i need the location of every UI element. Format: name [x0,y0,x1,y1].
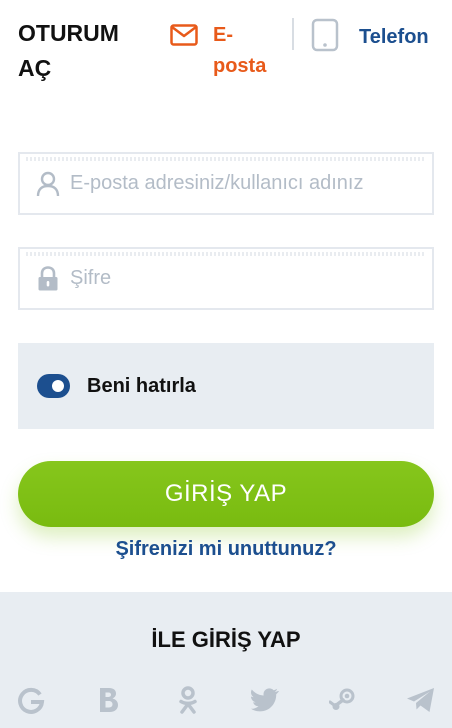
header: OTURUM AÇ E-posta Telefon [0,0,452,100]
tab-phone[interactable]: Telefon [311,18,429,57]
google-icon[interactable] [13,682,49,718]
social-icons-row [0,682,452,718]
steam-icon[interactable] [325,682,361,718]
lock-icon [34,265,62,293]
tab-email-label: E-posta [213,24,267,77]
tab-phone-label: Telefon [359,26,429,48]
password-input[interactable] [70,267,400,290]
remember-me-toggle[interactable] [37,374,70,398]
email-input[interactable] [70,172,400,195]
social-login-heading: İLE GİRİŞ YAP [151,627,301,652]
tab-email[interactable]: E-posta [170,20,283,82]
vk-icon[interactable] [91,682,127,718]
email-field [18,152,434,215]
password-field [18,247,434,310]
telegram-icon[interactable] [403,682,439,718]
user-icon [34,170,62,198]
twitter-icon[interactable] [247,682,283,718]
toggle-knob [52,380,64,392]
tab-divider [292,18,294,50]
remember-me-row: Beni hatırla [18,343,434,429]
social-login-panel: İLE GİRİŞ YAP [0,592,452,728]
page-title: OTURUM AÇ [18,20,119,81]
envelope-icon [170,20,198,51]
tablet-icon [311,18,339,57]
remember-me-label: Beni hatırla [87,374,196,397]
odnoklassniki-icon[interactable] [170,682,206,718]
login-button[interactable]: GİRİŞ YAP [18,461,434,527]
forgot-password-link[interactable]: Şifrenizi mi unuttunuz? [0,538,452,561]
